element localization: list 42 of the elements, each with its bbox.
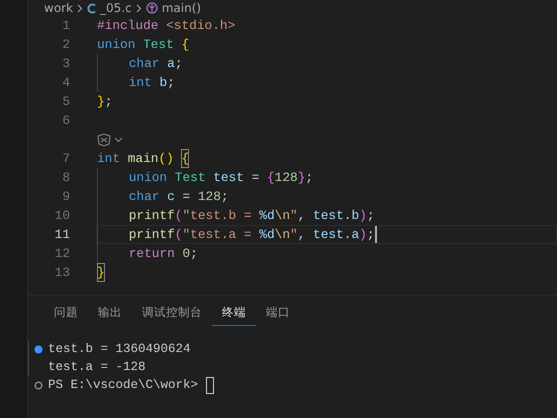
circle-icon: [34, 380, 42, 390]
panel-tab[interactable]: 调试控制台: [132, 302, 212, 326]
chevron-icon: [136, 4, 142, 12]
code-line: }: [96, 263, 106, 282]
line-number: 2: [61, 36, 70, 54]
line-number: 7: [61, 150, 70, 168]
panel-tab[interactable]: 终端: [212, 302, 256, 326]
line-number: 9: [61, 188, 70, 206]
code-line: int main() {: [96, 149, 190, 168]
code-line: return 0;: [96, 244, 199, 263]
line-number: 10: [54, 206, 70, 225]
status-dot-icon: [34, 344, 43, 354]
code-line: printf("test.b = %d\n", test.b);: [96, 206, 376, 225]
chevron-down-icon[interactable]: [114, 136, 123, 142]
line-number: 5: [61, 92, 70, 111]
code-line: union Test test = {128};: [96, 168, 314, 187]
panel-tab[interactable]: 问题: [44, 302, 88, 326]
line-number: 4: [61, 74, 70, 92]
line-number: 12: [54, 244, 70, 263]
line-number: 8: [61, 168, 70, 187]
terminal-line: test.b = 1360490624: [48, 340, 191, 358]
line-number: 3: [61, 54, 70, 73]
code-line: char c = 128;: [96, 187, 230, 206]
line-number: 6: [61, 112, 70, 130]
line-number: 13: [54, 264, 70, 282]
panel-tab[interactable]: 端口: [256, 302, 300, 326]
c-file-icon: [87, 2, 96, 14]
terminal-cursor: [206, 376, 214, 394]
breadcrumb-item[interactable]: _05.c: [100, 2, 132, 14]
line-number: 1: [61, 16, 70, 35]
breadcrumb-item[interactable]: main(): [162, 2, 202, 14]
line-number: 11: [54, 226, 70, 244]
code-line: #include <stdio.h>: [96, 16, 236, 35]
code-line: int b;: [96, 73, 176, 92]
chevron-icon: [77, 4, 84, 12]
code-line: };: [96, 92, 114, 111]
code-line: char a;: [96, 54, 184, 73]
breadcrumb-item[interactable]: work: [44, 2, 74, 14]
terminal-line: PS E:\vscode\C\work>: [48, 376, 200, 394]
code-line: union Test {: [96, 36, 190, 54]
panel-tab[interactable]: 输出: [88, 302, 132, 326]
terminal-line: test.a = -128: [48, 358, 146, 376]
